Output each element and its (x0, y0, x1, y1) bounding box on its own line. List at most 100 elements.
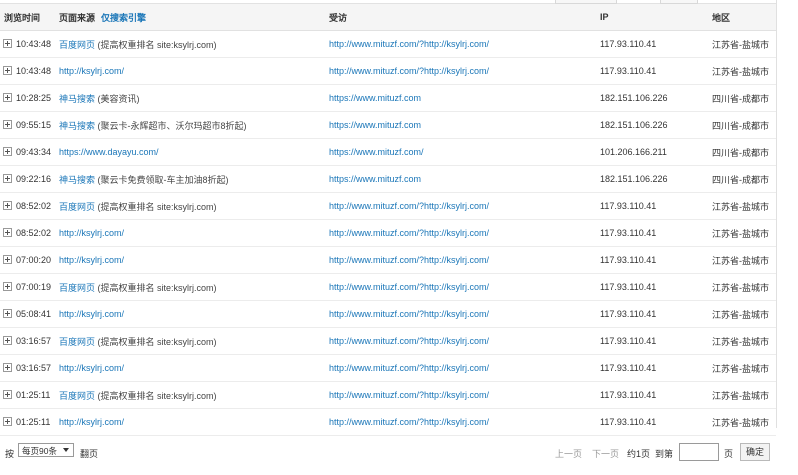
table-right-border (776, 0, 777, 428)
visited-url-link[interactable]: http://www.mituzf.com/?http://ksylrj.com… (329, 363, 489, 373)
source-link[interactable]: http://ksylrj.com/ (59, 66, 124, 76)
visited-cell: http://www.mituzf.com/?http://ksylrj.com… (329, 219, 600, 247)
visitor-log-panel: 浏览时间 页面来源 仅搜索引擎 受访 IP 地区 10:43:48 百度网页 (提高… (0, 0, 798, 475)
visit-time: 01:25:11 (16, 389, 51, 400)
source-link[interactable]: 百度网页 (59, 283, 95, 293)
expand-icon[interactable] (3, 174, 12, 184)
visited-cell: http://www.mituzf.com/?http://ksylrj.com… (329, 300, 600, 328)
expand-icon[interactable] (3, 363, 12, 373)
ip-cell: 117.93.110.41 (600, 408, 712, 436)
source-link[interactable]: 百度网页 (59, 40, 95, 50)
time-cell: 09:22:16 (0, 165, 59, 193)
col-header-time: 浏览时间 (0, 4, 59, 31)
visited-url-link[interactable]: http://www.mituzf.com/?http://ksylrj.com… (329, 228, 489, 238)
visited-url-link[interactable]: http://www.mituzf.com/?http://ksylrj.com… (329, 66, 489, 76)
prev-page-button[interactable]: 上一页 (555, 447, 582, 460)
visited-url-link[interactable]: http://www.mituzf.com/?http://ksylrj.com… (329, 282, 489, 292)
expand-icon[interactable] (3, 120, 12, 130)
time-cell: 07:00:20 (0, 246, 59, 274)
visited-url-link[interactable]: https://www.mituzf.com (329, 120, 421, 130)
source-link[interactable]: 百度网页 (59, 391, 95, 401)
visit-time: 10:28:25 (16, 92, 52, 103)
page-size-select[interactable]: 每页90条 (18, 443, 74, 457)
expand-icon[interactable] (3, 147, 12, 157)
source-link[interactable]: http://ksylrj.com/ (59, 309, 124, 319)
table-row: 09:55:15 神马搜索 (聚云卡-永辉超市、沃尔玛超市8折起) https://… (0, 111, 776, 139)
table-row: 08:52:02 http://ksylrj.com/http://www.mit… (0, 219, 776, 247)
visited-url-link[interactable]: http://www.mituzf.com/?http://ksylrj.com… (329, 390, 489, 400)
source-link[interactable]: 神马搜索 (59, 121, 95, 131)
expand-icon[interactable] (3, 309, 12, 319)
visited-url-link[interactable]: https://www.mituzf.com/ (329, 147, 424, 157)
search-engine-only-filter[interactable]: 仅搜索引擎 (101, 13, 146, 23)
visited-cell: http://www.mituzf.com/?http://ksylrj.com… (329, 408, 600, 436)
col-header-source-label: 页面来源 (59, 12, 96, 23)
table-row: 09:22:16 神马搜索 (聚云卡免费领取-车主加油8折起) https://ww… (0, 165, 776, 193)
visit-time: 08:52:02 (16, 200, 52, 211)
expand-icon[interactable] (3, 228, 12, 238)
table-row: 05:08:41 http://ksylrj.com/http://www.mit… (0, 300, 776, 328)
next-page-button[interactable]: 下一页 (592, 447, 619, 460)
visit-time: 01:25:11 (16, 416, 51, 427)
ip-cell: 117.93.110.41 (600, 354, 712, 382)
region-cell: 江苏省-盐城市 (712, 273, 776, 301)
source-cell: 百度网页 (提高权重排名 site:ksylrj.com) (59, 273, 329, 301)
source-link[interactable]: 神马搜索 (59, 94, 95, 104)
visited-url-link[interactable]: http://www.mituzf.com/?http://ksylrj.com… (329, 39, 489, 49)
visited-url-link[interactable]: http://www.mituzf.com/?http://ksylrj.com… (329, 417, 489, 427)
visited-url-link[interactable]: https://www.mituzf.com (329, 174, 421, 184)
time-cell: 10:43:48 (0, 57, 59, 85)
chevron-down-icon (63, 448, 69, 452)
time-cell: 10:28:25 (0, 84, 59, 112)
expand-icon[interactable] (3, 390, 12, 400)
source-link[interactable]: 百度网页 (59, 337, 95, 347)
time-cell: 07:00:19 (0, 273, 59, 301)
visited-url-link[interactable]: https://www.mituzf.com (329, 93, 421, 103)
ip-cell: 117.93.110.41 (600, 381, 712, 409)
expand-icon[interactable] (3, 66, 12, 76)
region-cell: 江苏省-盐城市 (712, 57, 776, 85)
region-cell: 江苏省-盐城市 (712, 192, 776, 220)
visited-cell: https://www.mituzf.com (329, 165, 600, 193)
expand-icon[interactable] (3, 201, 12, 211)
source-cell: https://www.dayayu.com/ (59, 138, 329, 166)
visited-cell: http://www.mituzf.com/?http://ksylrj.com… (329, 354, 600, 382)
table-body: 10:43:48 百度网页 (提高权重排名 site:ksylrj.com) htt… (0, 30, 776, 436)
col-header-ip: IP (600, 4, 712, 31)
time-cell: 03:16:57 (0, 327, 59, 355)
table-row: 10:28:25 神马搜索 (美容资讯) https://www.mituzf.co… (0, 84, 776, 112)
visited-url-link[interactable]: http://www.mituzf.com/?http://ksylrj.com… (329, 309, 489, 319)
confirm-button[interactable]: 确定 (740, 443, 770, 461)
source-keyword: (聚云卡免费领取-车主加油8折起) (97, 174, 229, 185)
visited-url-link[interactable]: http://www.mituzf.com/?http://ksylrj.com… (329, 201, 489, 211)
source-link[interactable]: http://ksylrj.com/ (59, 255, 124, 265)
region-cell: 四川省-成都市 (712, 138, 776, 166)
visited-url-link[interactable]: http://www.mituzf.com/?http://ksylrj.com… (329, 336, 489, 346)
source-keyword: (提高权重排名 site:ksylrj.com) (97, 201, 217, 212)
source-link[interactable]: 神马搜索 (59, 175, 95, 185)
table-row: 07:00:19 百度网页 (提高权重排名 site:ksylrj.com) htt… (0, 273, 776, 301)
ip-cell: 117.93.110.41 (600, 273, 712, 301)
expand-icon[interactable] (3, 336, 12, 346)
expand-icon[interactable] (3, 39, 12, 49)
expand-icon[interactable] (3, 282, 12, 292)
expand-icon[interactable] (3, 417, 12, 427)
source-link[interactable]: http://ksylrj.com/ (59, 228, 124, 238)
visit-time: 05:08:41 (16, 308, 52, 319)
source-link[interactable]: 百度网页 (59, 202, 95, 212)
expand-icon[interactable] (3, 255, 12, 265)
page-by-label: 按 (5, 449, 15, 459)
page-number-input[interactable] (679, 443, 719, 461)
source-link[interactable]: http://ksylrj.com/ (59, 363, 124, 373)
region-cell: 江苏省-盐城市 (712, 219, 776, 247)
table-row: 09:43:34 https://www.dayayu.com/https://w… (0, 138, 776, 166)
source-cell: 百度网页 (提高权重排名 site:ksylrj.com) (59, 192, 329, 220)
source-link[interactable]: https://www.dayayu.com/ (59, 147, 159, 157)
visited-url-link[interactable]: http://www.mituzf.com/?http://ksylrj.com… (329, 255, 489, 265)
visit-time: 08:52:02 (16, 227, 52, 238)
expand-icon[interactable] (3, 93, 12, 103)
ip-cell: 117.93.110.41 (600, 192, 712, 220)
source-cell: 百度网页 (提高权重排名 site:ksylrj.com) (59, 327, 329, 355)
region-cell: 江苏省-盐城市 (712, 30, 776, 58)
source-link[interactable]: http://ksylrj.com/ (59, 417, 124, 427)
